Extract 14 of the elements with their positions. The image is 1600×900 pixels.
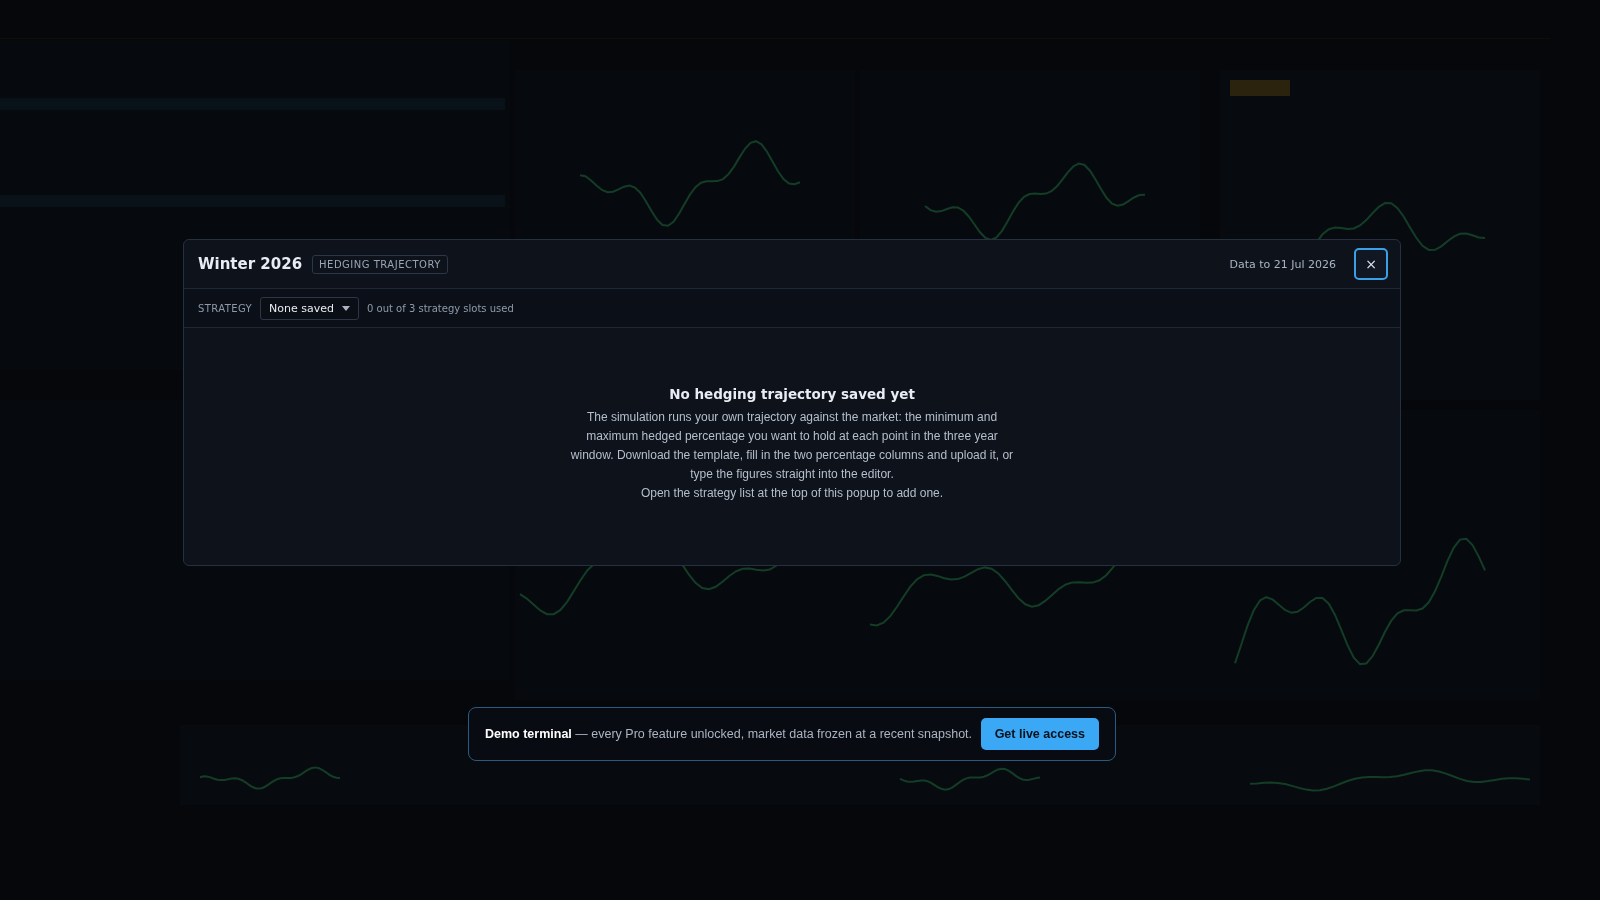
close-button[interactable]: × xyxy=(1354,248,1388,280)
empty-title: No hedging trajectory saved yet xyxy=(669,386,915,402)
strategy-label: STRATEGY xyxy=(198,302,253,314)
slots-text: 0 out of 3 strategy slots used xyxy=(367,302,514,314)
caret-icon xyxy=(342,305,350,311)
demo-notice: Demo terminal — every Pro feature unlocked, market data frozen at a recent snapshot. xyxy=(485,727,973,741)
data-date: Data to 21 Jul 2026 xyxy=(1229,257,1336,271)
empty-description: The simulation runs your own trajectory against the market: the minimum and maximum hedged percentage you want to hold at each point in the three year window. Download the template, fill in the two percentage columns and upload it, or type the figures straight into the editor. xyxy=(569,409,1015,483)
get-live-access-button[interactable]: Get live access xyxy=(980,718,1099,750)
empty-description: Open the strategy list at the top of this popup to add one. xyxy=(639,485,945,502)
highlight-chip xyxy=(1230,80,1290,96)
modal-title: Winter 2026 xyxy=(198,255,303,273)
mode-badge: HEDGING TRAJECTORY xyxy=(312,254,448,274)
strategy-dropdown[interactable]: None saved xyxy=(260,296,359,320)
